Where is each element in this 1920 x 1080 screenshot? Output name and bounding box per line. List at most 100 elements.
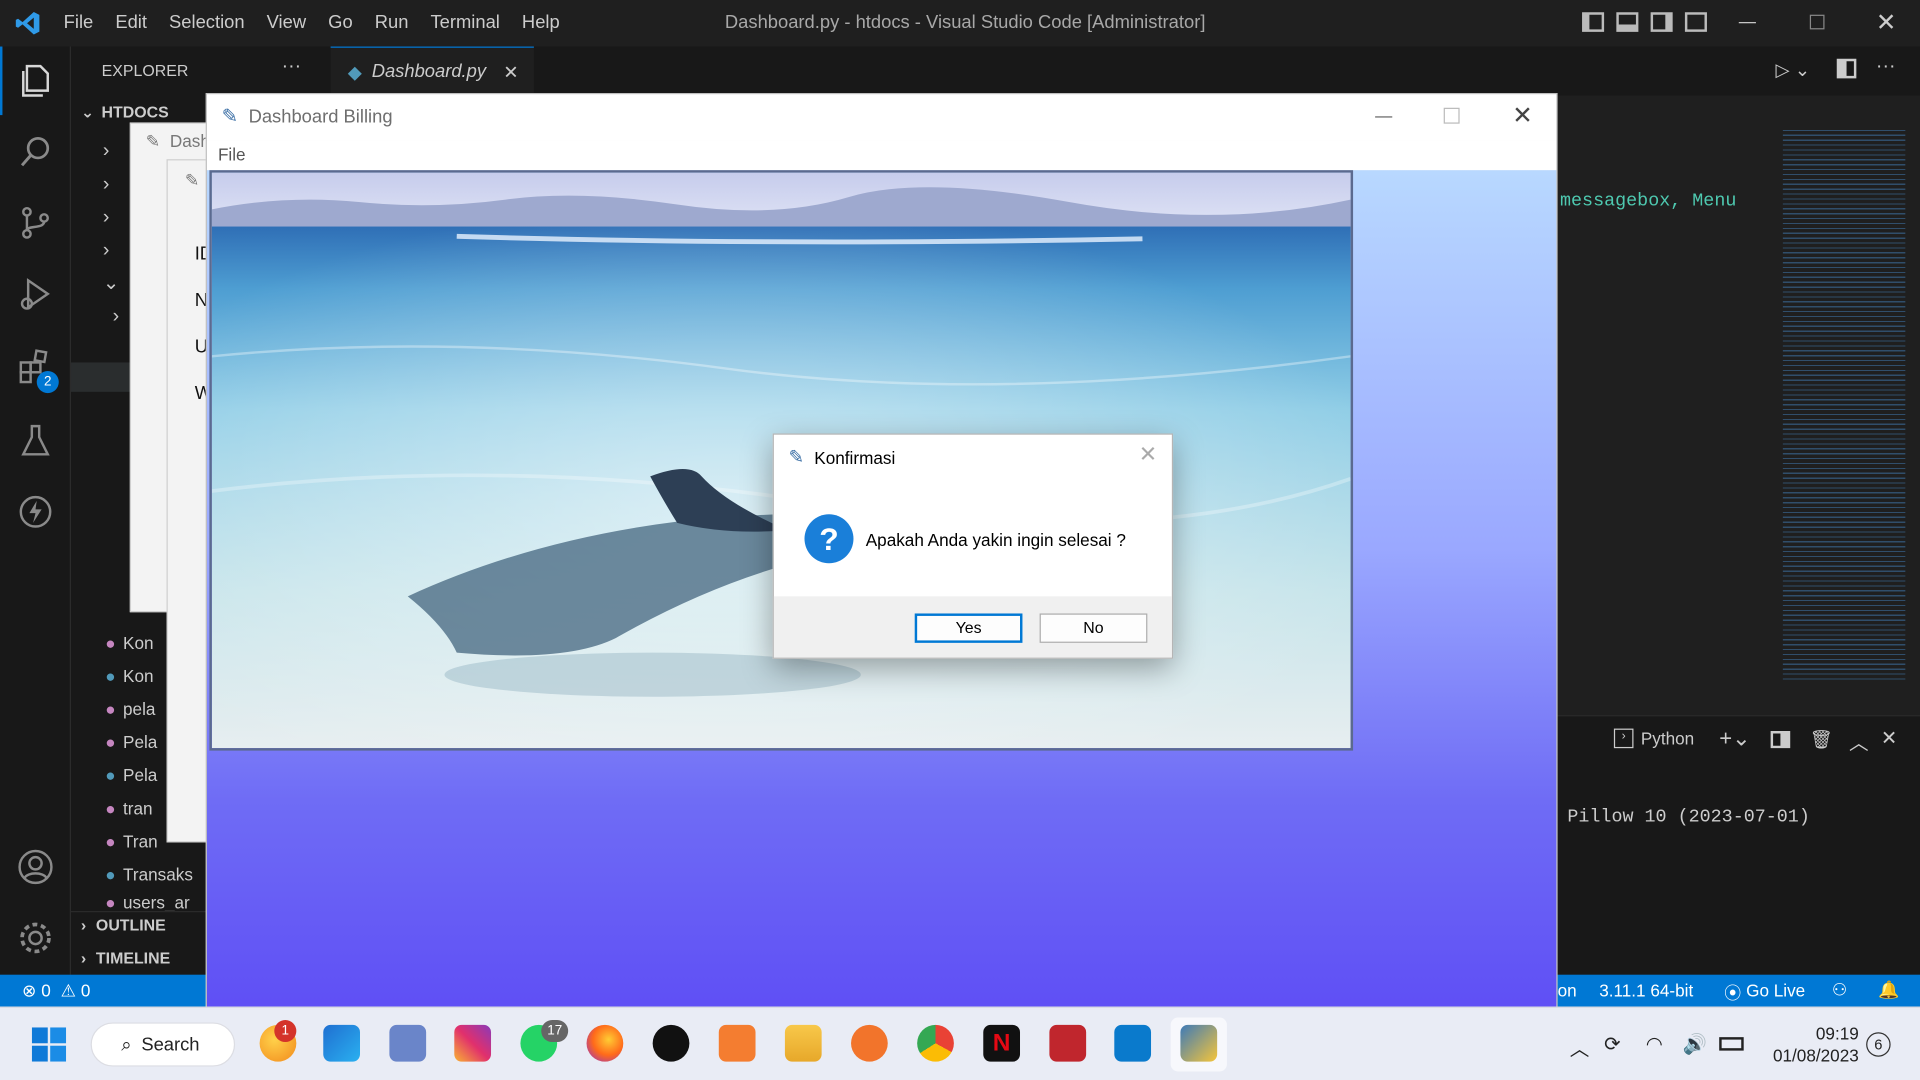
list-item[interactable]: ● Transaks — [105, 861, 193, 888]
bell-icon[interactable]: 🔔 — [1878, 980, 1899, 1001]
chevron-right-icon[interactable]: › — [103, 201, 119, 234]
vscode-title-bar: File Edit Selection View Go Run Terminal… — [0, 0, 1920, 47]
code-editor[interactable]: messagebox, Menu — [1557, 95, 1920, 716]
list-item[interactable]: ● users_ar — [105, 894, 189, 911]
more-actions-icon[interactable]: ··· — [1876, 56, 1896, 78]
xampp-icon[interactable] — [718, 1024, 756, 1062]
battery-icon[interactable] — [1719, 1037, 1744, 1051]
feedback-icon[interactable]: ⚇ — [1832, 980, 1847, 1001]
taskbar-search[interactable]: ⌕ Search — [90, 1022, 236, 1067]
chevron-down-icon[interactable]: ⌄ — [103, 267, 119, 300]
python-file-icon: ● — [105, 864, 116, 885]
list-item[interactable]: ● Kon — [105, 629, 153, 656]
menu-view[interactable]: View — [267, 12, 306, 33]
chevron-right-icon[interactable]: › — [103, 135, 119, 168]
language-status[interactable]: on — [1558, 981, 1577, 1001]
feather-icon: ✎ — [184, 170, 200, 190]
accounts-icon[interactable] — [16, 847, 55, 886]
menu-selection[interactable]: Selection — [169, 12, 245, 33]
settings-gear-icon[interactable] — [16, 918, 55, 957]
wifi-icon[interactable]: ◠ — [1646, 1032, 1663, 1056]
toggle-panel-icon[interactable] — [1616, 12, 1639, 32]
terminal-profile[interactable]: › Python — [1613, 728, 1694, 749]
testing-icon[interactable] — [16, 421, 55, 460]
php-file-icon: ● — [105, 699, 116, 719]
extensions-badge: 2 — [36, 371, 59, 394]
volume-icon[interactable]: 🔊 — [1682, 1032, 1706, 1056]
list-item[interactable]: ● Tran — [105, 828, 157, 855]
notification-count[interactable]: 6 — [1866, 1032, 1891, 1057]
menu-run[interactable]: Run — [375, 12, 409, 33]
trash-icon[interactable]: 🗑 — [1810, 729, 1833, 751]
search-icon: ⌕ — [121, 1034, 132, 1055]
list-item[interactable]: ● Kon — [105, 662, 153, 689]
file-explorer-icon[interactable] — [784, 1024, 822, 1062]
folder-htdocs[interactable]: ⌄ HTDOCS — [81, 103, 169, 123]
run-file-icon[interactable]: ▷ ⌄ — [1776, 59, 1811, 81]
sync-icon[interactable]: ⟳ — [1604, 1032, 1620, 1056]
customize-layout-icon[interactable] — [1684, 12, 1707, 32]
python-file-icon: ● — [105, 666, 116, 686]
list-item[interactable]: ● pela — [105, 696, 155, 723]
explorer-more-icon[interactable]: ··· — [282, 56, 302, 78]
menu-help[interactable]: Help — [522, 12, 560, 33]
run-debug-icon[interactable] — [16, 274, 55, 313]
menu-file[interactable]: File — [64, 12, 94, 33]
minimize-icon[interactable] — [1738, 22, 1756, 24]
tab-dashboard-py[interactable]: ◆ Dashboard.py ✕ — [330, 46, 534, 96]
dialog-close-icon[interactable]: ✕ — [1139, 442, 1157, 468]
close-icon[interactable]: ✕ — [1512, 100, 1533, 131]
interpreter-status[interactable]: 3.11.1 64-bit — [1599, 981, 1693, 1001]
timeline-section[interactable]: › TIMELINE — [81, 949, 170, 967]
outline-section[interactable]: › OUTLINE — [81, 916, 166, 934]
no-button[interactable]: No — [1039, 613, 1148, 643]
notification-badge: 1 — [274, 1020, 297, 1043]
thunder-client-icon[interactable] — [16, 492, 55, 531]
list-item[interactable]: ● Pela — [105, 729, 157, 756]
toggle-secondary-sidebar-icon[interactable] — [1650, 12, 1673, 32]
search-icon[interactable] — [16, 132, 55, 171]
chrome-icon[interactable] — [917, 1024, 954, 1062]
file-manager-icon[interactable] — [389, 1024, 427, 1062]
chevron-right-icon[interactable]: › — [103, 234, 119, 267]
close-tab-icon[interactable]: ✕ — [503, 61, 518, 83]
windows-start-icon[interactable] — [31, 1027, 67, 1062]
menu-go[interactable]: Go — [328, 12, 353, 33]
instagram-icon[interactable] — [454, 1024, 492, 1062]
list-item[interactable]: ● Pela — [105, 762, 157, 789]
menu-edit[interactable]: Edit — [115, 12, 147, 33]
minimap[interactable] — [1782, 129, 1906, 681]
close-panel-icon[interactable]: ✕ — [1881, 726, 1897, 750]
tiktok-icon[interactable] — [652, 1024, 690, 1062]
go-live-button[interactable]: ⦿ Go Live — [1724, 981, 1805, 1005]
chevron-right-icon[interactable]: › — [103, 168, 119, 201]
chevron-right-icon[interactable]: › — [103, 300, 120, 333]
vscode-taskbar-icon[interactable] — [1114, 1024, 1152, 1062]
explorer-icon[interactable] — [16, 61, 55, 100]
firefox-icon[interactable] — [586, 1024, 624, 1062]
toggle-sidebar-icon[interactable] — [1582, 12, 1605, 32]
python-file-icon: ● — [105, 765, 116, 785]
split-editor-icon[interactable] — [1836, 58, 1857, 79]
menu-file[interactable]: File — [218, 144, 246, 164]
new-terminal-icon[interactable]: +⌄ — [1719, 726, 1750, 752]
maximize-panel-icon[interactable]: ︿ — [1849, 726, 1869, 755]
pen-app-icon[interactable] — [851, 1024, 888, 1062]
maximize-icon[interactable] — [1443, 107, 1460, 124]
python-app-icon[interactable] — [1180, 1024, 1218, 1062]
microsoft-store-icon[interactable] — [323, 1024, 361, 1062]
php-file-icon: ● — [105, 798, 116, 818]
yes-button[interactable]: Yes — [914, 613, 1023, 643]
netflix-icon[interactable]: N — [983, 1024, 1021, 1062]
menu-terminal[interactable]: Terminal — [430, 12, 499, 33]
close-icon[interactable]: ✕ — [1876, 7, 1897, 38]
restore-icon[interactable] — [1809, 14, 1825, 30]
chevron-up-icon[interactable]: ︿ — [1570, 1032, 1590, 1061]
clock[interactable]: 09:19 01/08/2023 — [1761, 1022, 1859, 1066]
source-control-icon[interactable] — [16, 203, 55, 242]
problems-status[interactable]: ⊗ 0 ⚠ 0 — [22, 981, 90, 1002]
minimize-icon[interactable] — [1375, 116, 1393, 118]
list-item[interactable]: ● tran — [105, 795, 152, 822]
screen-recorder-icon[interactable] — [1049, 1024, 1087, 1062]
split-terminal-icon[interactable] — [1770, 731, 1791, 749]
